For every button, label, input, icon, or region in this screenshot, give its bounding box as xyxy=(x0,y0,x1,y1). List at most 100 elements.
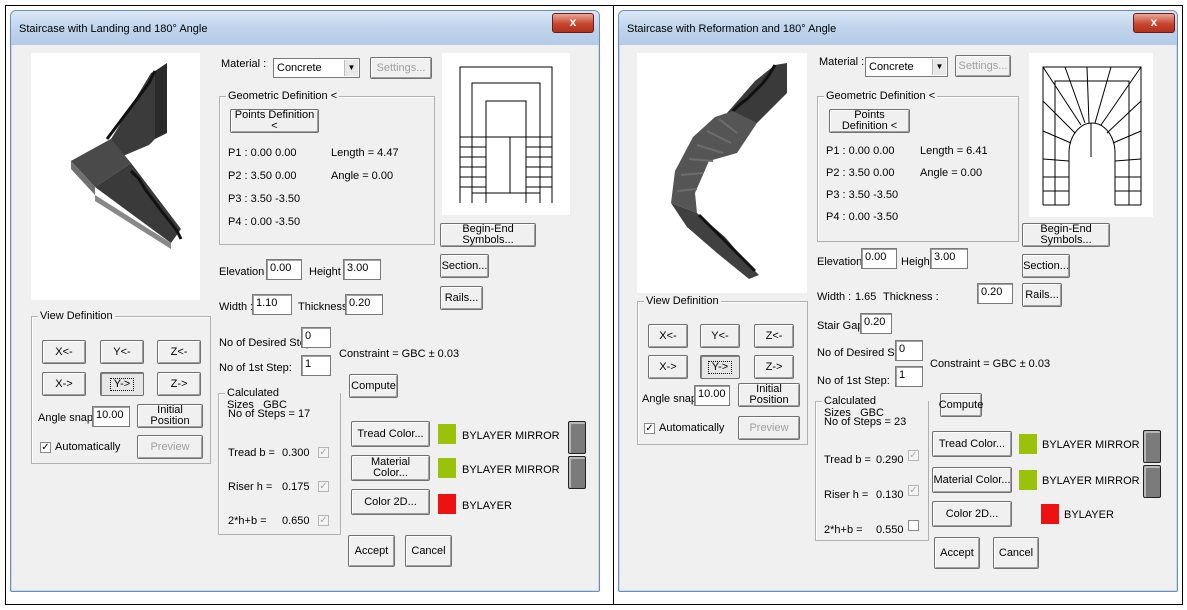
tread-color-button[interactable]: Tread Color... xyxy=(932,431,1012,457)
point-p2: P2 : 3.50 0.00 xyxy=(228,170,297,182)
formula-checkbox[interactable]: ✓ xyxy=(318,515,329,526)
initial-position-button[interactable]: Initial Position xyxy=(137,404,203,428)
automatically-checkbox[interactable]: ✓ xyxy=(40,442,51,453)
cancel-button[interactable]: Cancel xyxy=(405,535,452,567)
desired-steps-input[interactable]: 0 xyxy=(895,340,923,361)
y-plus-button[interactable]: Y-> xyxy=(100,372,144,396)
z-plus-button[interactable]: Z-> xyxy=(157,372,201,396)
first-step-input[interactable]: 1 xyxy=(301,355,331,376)
y-minus-button[interactable]: Y<- xyxy=(100,340,144,364)
staircase-plan-drawing xyxy=(459,66,553,203)
side-slider-bottom[interactable] xyxy=(1143,465,1161,498)
compute-button[interactable]: Compute xyxy=(349,374,398,398)
riser-value: 0.175 xyxy=(282,481,310,493)
accept-button[interactable]: Accept xyxy=(348,535,395,567)
first-step-input[interactable]: 1 xyxy=(895,366,923,387)
formula-label: 2*h+b = xyxy=(228,515,267,527)
tread-checkbox[interactable]: ✓ xyxy=(318,447,329,458)
section-button[interactable]: Section... xyxy=(440,254,489,278)
initial-position-button[interactable]: Initial Position xyxy=(738,383,800,407)
z-plus-button[interactable]: Z-> xyxy=(754,355,794,379)
width-input[interactable]: 1.10 xyxy=(252,294,292,315)
close-icon[interactable]: x xyxy=(552,13,594,33)
staircase-3d-preview xyxy=(637,53,807,293)
color-2d-button[interactable]: Color 2D... xyxy=(351,489,430,515)
num-steps-text: No of Steps = 23 xyxy=(824,416,907,428)
accept-button[interactable]: Accept xyxy=(934,537,980,569)
points-definition-button[interactable]: Points Definition < xyxy=(829,109,910,133)
points-definition-button[interactable]: Points Definition < xyxy=(230,109,319,133)
formula-checkbox[interactable] xyxy=(908,520,919,531)
close-icon[interactable]: x xyxy=(1133,13,1175,33)
x-minus-button[interactable]: X<- xyxy=(648,324,688,348)
compute-button[interactable]: Compute xyxy=(939,393,983,417)
angle-snap-input[interactable]: 10.00 xyxy=(694,385,730,406)
z-minus-button[interactable]: Z<- xyxy=(754,324,794,348)
x-plus-button[interactable]: X-> xyxy=(42,372,86,396)
point-p4: P4 : 0.00 -3.50 xyxy=(228,216,301,228)
automatically-label: Automatically xyxy=(659,422,725,434)
height-input[interactable]: 3.00 xyxy=(343,259,381,280)
staircase-3d-drawing xyxy=(71,63,183,249)
color-2d-button[interactable]: Color 2D... xyxy=(932,501,1012,527)
z-minus-button[interactable]: Z<- xyxy=(157,340,201,364)
tread-color-swatch xyxy=(438,424,456,444)
height-input[interactable]: 3.00 xyxy=(930,248,968,269)
rails-button[interactable]: Rails... xyxy=(1022,283,1062,307)
right-dialog-title: Staircase with Reformation and 180° Angl… xyxy=(627,23,837,35)
width-value: 1.65 xyxy=(855,291,877,303)
first-step-label: No of 1st Step: xyxy=(817,375,890,387)
tread-color-text: BYLAYER MIRROR xyxy=(1042,439,1140,451)
left-titlebar: Staircase with Landing and 180° Angle x xyxy=(11,11,599,45)
material-color-text: BYLAYER MIRROR xyxy=(1042,475,1140,487)
settings-button[interactable]: Settings... xyxy=(370,57,432,79)
elevation-input[interactable]: 0.00 xyxy=(266,259,302,280)
material-select[interactable]: Concrete ▼ xyxy=(273,58,360,78)
chevron-down-icon[interactable]: ▼ xyxy=(932,59,946,75)
rails-button[interactable]: Rails... xyxy=(440,286,483,310)
elevation-input[interactable]: 0.00 xyxy=(861,248,897,269)
preview-button[interactable]: Preview xyxy=(137,435,203,459)
view-definition-group: View Definition X<- Y<- Z<- X-> Y-> Z-> … xyxy=(637,295,808,445)
y-plus-button[interactable]: Y-> xyxy=(700,355,740,379)
geometric-definition-group: Geometric Definition < Points Definition… xyxy=(817,90,1019,242)
material-color-button[interactable]: Material Color... xyxy=(351,455,430,481)
side-slider-bottom[interactable] xyxy=(568,456,586,489)
material-value: Concrete xyxy=(277,62,322,74)
automatically-checkbox[interactable]: ✓ xyxy=(644,423,655,434)
material-color-button[interactable]: Material Color... xyxy=(932,467,1012,493)
stair-gap-input[interactable]: 0.20 xyxy=(860,313,892,334)
settings-button[interactable]: Settings... xyxy=(955,55,1011,77)
begin-end-symbols-button[interactable]: Begin-End Symbols... xyxy=(440,223,536,247)
angle-snap-input[interactable]: 10.00 xyxy=(92,406,130,427)
tread-color-button[interactable]: Tread Color... xyxy=(351,421,430,447)
material-select[interactable]: Concrete ▼ xyxy=(865,57,948,77)
preview-button[interactable]: Preview xyxy=(738,416,800,440)
color-2d-text: BYLAYER xyxy=(1064,509,1114,521)
height-label: Height : xyxy=(309,266,347,278)
thickness-input[interactable]: 0.20 xyxy=(345,294,383,315)
left-dialog: Staircase with Landing and 180° Angle x … xyxy=(10,10,600,592)
side-slider-top[interactable] xyxy=(568,421,586,454)
left-dialog-title: Staircase with Landing and 180° Angle xyxy=(19,23,208,35)
desired-steps-input[interactable]: 0 xyxy=(301,327,331,348)
point-p3: P3 : 3.50 -3.50 xyxy=(826,189,899,201)
staircase-plan-drawing xyxy=(1042,66,1142,206)
riser-checkbox[interactable]: ✓ xyxy=(908,485,919,496)
tread-checkbox[interactable]: ✓ xyxy=(908,450,919,461)
angle-snap-label: Angle snap: xyxy=(38,412,97,424)
formula-value: 0.650 xyxy=(282,515,310,527)
material-color-text: BYLAYER MIRROR xyxy=(462,464,560,476)
riser-checkbox[interactable]: ✓ xyxy=(318,481,329,492)
tread-label: Tread b = xyxy=(228,447,275,459)
chevron-down-icon[interactable]: ▼ xyxy=(344,60,358,76)
begin-end-symbols-button[interactable]: Begin-End Symbols... xyxy=(1022,223,1110,247)
thickness-input[interactable]: 0.20 xyxy=(977,283,1013,304)
y-minus-button[interactable]: Y<- xyxy=(700,324,740,348)
tread-color-swatch xyxy=(1019,434,1037,454)
cancel-button[interactable]: Cancel xyxy=(993,537,1039,569)
section-button[interactable]: Section... xyxy=(1022,254,1070,278)
side-slider-top[interactable] xyxy=(1143,430,1161,463)
x-plus-button[interactable]: X-> xyxy=(648,355,688,379)
x-minus-button[interactable]: X<- xyxy=(42,340,86,364)
